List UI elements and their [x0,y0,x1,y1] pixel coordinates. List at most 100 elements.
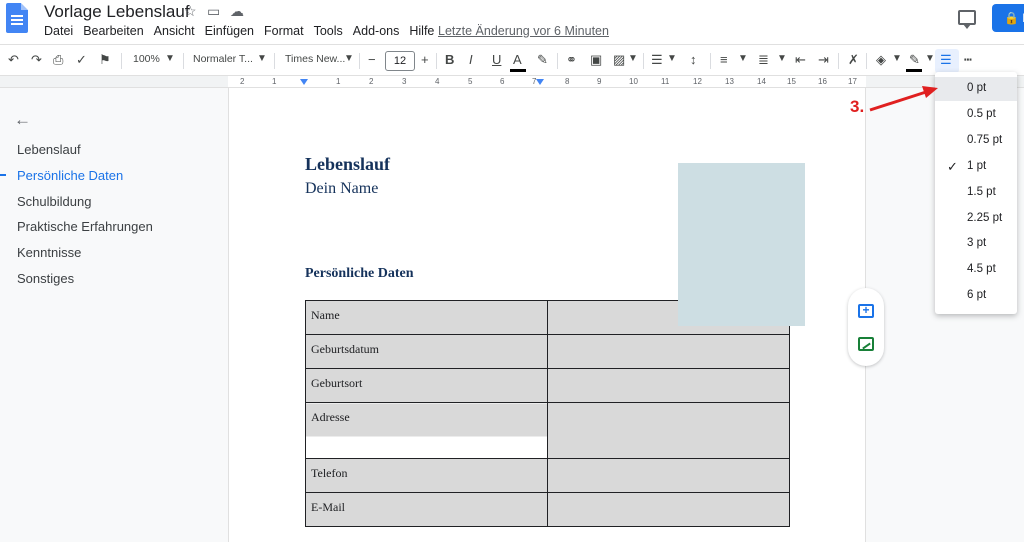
insert-comment-icon[interactable]: ▣ [590,52,602,68]
highlight-color-icon[interactable]: ✎ [537,52,548,68]
table-cell-label[interactable]: Geburtsdatum [305,334,548,369]
table-cell-label[interactable]: Geburtsort [305,368,548,403]
menu-datei[interactable]: Datei [44,24,73,38]
step-annotation: 3. [850,97,865,116]
outline-item-persoenliche-daten[interactable]: Persönliche Daten [17,168,123,183]
ruler-number: 2 [369,77,374,86]
doc-subheading[interactable]: Dein Name [305,180,378,198]
table-cell-value[interactable] [547,492,790,527]
ruler-number: 4 [435,77,440,86]
decrease-indent-icon[interactable]: ⇤ [795,52,806,68]
chevron-down-icon: ▼ [165,53,175,64]
border-width-option[interactable]: 2.25 pt [935,207,1017,231]
table-cell-value[interactable] [547,458,790,493]
align-icon[interactable]: ☰ [651,52,663,68]
border-width-option[interactable]: 0.75 pt [935,129,1017,153]
right-indent-marker[interactable] [536,79,544,85]
menu-addons[interactable]: Add-ons [353,24,400,38]
menu-format[interactable]: Format [264,24,304,38]
border-width-option[interactable]: 1.5 pt [935,181,1017,205]
section-heading[interactable]: Persönliche Daten [305,266,413,282]
outline-item-lebenslauf[interactable]: Lebenslauf [17,142,81,157]
menu-ansicht[interactable]: Ansicht [154,24,195,38]
outline-item-kenntnisse[interactable]: Kenntnisse [17,245,81,260]
border-width-option[interactable]: 4.5 pt [935,258,1017,282]
close-outline-icon[interactable]: ← [14,110,31,130]
background-color-icon[interactable]: ◈ [876,52,886,68]
border-width-option[interactable]: 0 pt [935,77,1017,101]
bold-button[interactable]: B [445,52,454,68]
chevron-down-icon: ▼ [925,53,935,64]
border-dash-icon[interactable]: ┅ [964,52,972,68]
border-width-option[interactable]: 6 pt [935,284,1017,308]
border-width-menu: 0 pt 0.5 pt 0.75 pt ✓ 1 pt 1.5 pt 2.25 pt… [935,72,1017,314]
star-icon[interactable]: ☆ [184,3,197,20]
docs-logo-icon[interactable] [6,3,28,33]
increase-font-size-button[interactable]: + [421,52,429,68]
decrease-font-size-button[interactable]: − [368,52,376,68]
border-width-option[interactable]: 0.5 pt [935,103,1017,127]
menubar: Datei Bearbeiten Ansicht Einfügen Format… [44,24,444,38]
chevron-down-icon: ▼ [738,53,748,64]
line-spacing-icon[interactable]: ↕ [690,52,697,68]
numbered-list-icon[interactable]: ≡ [720,52,728,68]
add-comment-icon[interactable]: + [858,304,874,318]
table-cell-value[interactable] [547,334,790,369]
paint-format-icon[interactable]: ⚑ [99,52,111,68]
move-folder-icon[interactable]: ▭ [207,3,220,20]
outline-item-praktische-erfahrungen[interactable]: Praktische Erfahrungen [17,219,153,234]
menu-hilfe[interactable]: Hilfe [409,24,434,38]
bulleted-list-icon[interactable]: ≣ [758,52,769,68]
print-icon[interactable]: ⎙ [53,52,63,68]
suggest-edit-icon[interactable] [858,337,874,351]
ruler-number: 2 [240,77,245,86]
spellcheck-icon[interactable]: ✓ [76,52,87,68]
document-outline: ← Lebenslauf Persönliche Daten Schulbild… [0,88,228,542]
table-cell-label[interactable]: Adresse [305,402,548,459]
checkmark-icon: ✓ [947,159,958,174]
insert-link-icon[interactable]: ⚭ [566,52,577,68]
personal-data-table[interactable]: Name Geburtsdatum Geburtsort Adresse Tel… [305,300,790,527]
border-color-bar [906,69,922,72]
table-cell-value[interactable] [547,368,790,403]
ruler-number: 1 [336,77,341,86]
font-select[interactable]: Times New... [285,53,345,65]
menu-einfuegen[interactable]: Einfügen [205,24,254,38]
table-cell-label[interactable]: Telefon [305,458,548,493]
italic-button[interactable]: I [469,52,473,68]
comment-history-icon[interactable] [958,10,976,29]
style-select[interactable]: Normaler T... [193,53,253,65]
cloud-status-icon[interactable]: ☁ [230,3,244,20]
docs-app: Vorlage Lebenslauf ☆ ▭ ☁ Datei Bearbeite… [0,0,1024,542]
table-cell-label[interactable]: E-Mail [305,492,548,527]
text-color-button[interactable]: A [513,52,522,68]
insert-image-icon[interactable]: ▨ [613,52,625,68]
redo-icon[interactable]: ↷ [31,52,42,68]
menu-tools[interactable]: Tools [314,24,343,38]
border-width-option[interactable]: 3 pt [935,232,1017,256]
ruler-number: 1 [272,77,277,86]
increase-indent-icon[interactable]: ⇥ [818,52,829,68]
font-size-input[interactable]: 12 [385,51,415,71]
share-button[interactable]: 🔒 F [992,4,1024,32]
photo-placeholder[interactable] [678,163,805,326]
table-cell-label[interactable]: Name [305,300,548,335]
chevron-down-icon: ▼ [628,53,638,64]
clear-formatting-icon[interactable]: ✗ [848,52,859,68]
text-color-bar [510,69,526,72]
border-color-icon[interactable]: ✎ [909,52,920,68]
underline-button[interactable]: U [492,52,501,68]
left-indent-marker[interactable] [300,79,308,85]
doc-heading[interactable]: Lebenslauf [305,154,390,175]
outline-item-schulbildung[interactable]: Schulbildung [17,194,91,209]
document-title[interactable]: Vorlage Lebenslauf [44,2,190,22]
zoom-select[interactable]: 100% [133,53,160,65]
chevron-down-icon: ▼ [777,53,787,64]
menu-bearbeiten[interactable]: Bearbeiten [83,24,143,38]
document-page[interactable]: Lebenslauf Dein Name Persönliche Daten N… [228,88,866,542]
outline-item-sonstiges[interactable]: Sonstiges [17,271,74,286]
undo-icon[interactable]: ↶ [8,52,19,68]
border-width-option-selected[interactable]: ✓ 1 pt [935,155,1017,179]
last-edit-link[interactable]: Letzte Änderung vor 6 Minuten [438,24,609,38]
table-cell-value[interactable] [547,402,790,459]
